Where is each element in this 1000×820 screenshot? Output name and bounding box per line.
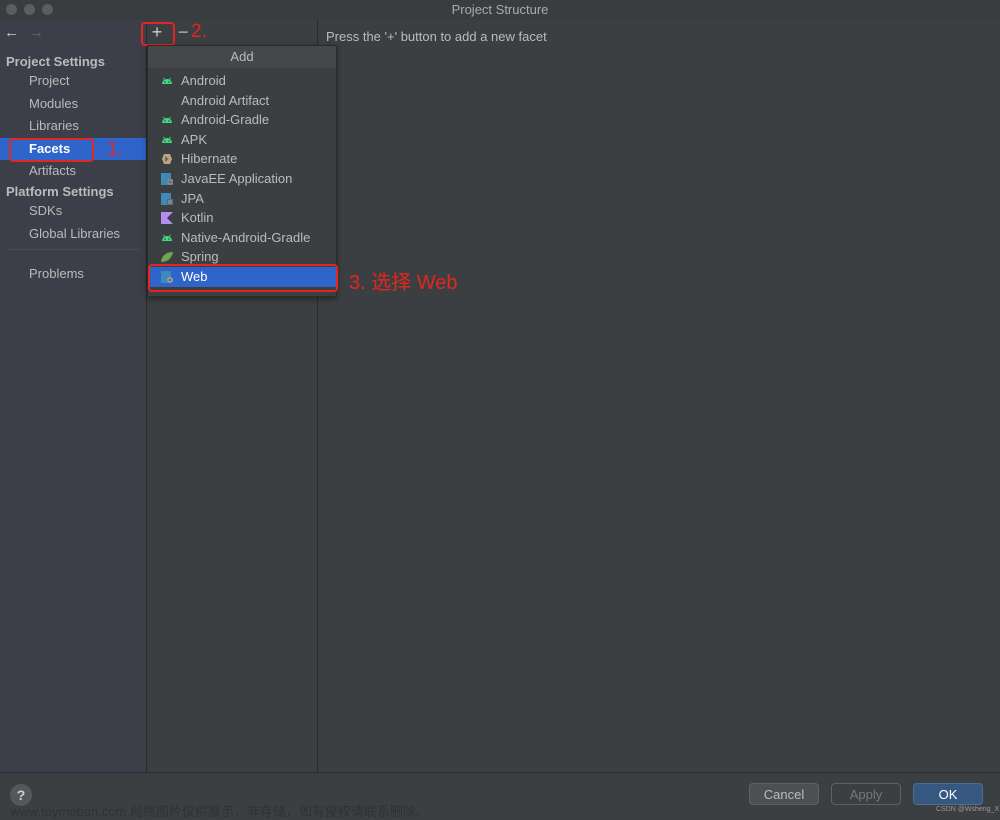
ok-button[interactable]: OK: [913, 783, 983, 805]
annotation-box-add: [141, 22, 175, 46]
popup-item-native-android-gradle[interactable]: Native-Android-Gradle: [148, 228, 336, 248]
android-icon: [162, 116, 172, 124]
section-project-settings: Project Settings: [6, 54, 105, 69]
cancel-button[interactable]: Cancel: [749, 783, 819, 805]
annotation-step3: 3. 选择 Web: [349, 272, 458, 294]
add-facet-popup: Add Android Android Artifact Android-Gra…: [147, 45, 337, 297]
annotation-step1: 1.: [107, 139, 123, 160]
annotation-box-web: [148, 264, 338, 292]
popup-item-label: APK: [181, 131, 208, 147]
facet-hint-text: Press the '+' button to add a new facet: [326, 29, 547, 44]
sidebar-item-artifacts[interactable]: Artifacts: [0, 160, 146, 182]
popup-item-android-artifact[interactable]: Android Artifact: [148, 91, 336, 111]
popup-item-label: Native-Android-Gradle: [181, 229, 311, 245]
popup-item-hibernate[interactable]: Hibernate: [148, 149, 336, 169]
popup-item-javaee-application[interactable]: JavaEE Application: [148, 169, 336, 189]
watermark-text: www.toymoban.com 网络图片仅供展示，非存储，如有侵权请联系删除。: [10, 804, 429, 819]
sidebar-item-libraries[interactable]: Libraries: [0, 115, 146, 137]
popup-item-label: Android: [181, 73, 226, 88]
popup-item-label: JPA: [181, 190, 204, 206]
popup-item-android[interactable]: Android: [148, 71, 336, 91]
back-arrow-icon[interactable]: ←: [4, 24, 19, 41]
popup-item-label: Android Artifact: [181, 92, 270, 108]
popup-item-kotlin[interactable]: Kotlin: [148, 208, 336, 228]
android-icon: [162, 77, 172, 84]
annotation-box-facets: [9, 138, 94, 162]
popup-item-label: Android-Gradle: [181, 112, 270, 128]
javaee-icon: [161, 173, 173, 185]
sidebar-item-problems[interactable]: Problems: [0, 263, 146, 285]
sidebar-item-project[interactable]: Project: [0, 70, 146, 92]
popup-item-jpa[interactable]: JPA: [148, 189, 336, 209]
sidebar-item-global-libraries[interactable]: Global Libraries: [0, 223, 146, 245]
apply-button[interactable]: Apply: [831, 783, 901, 805]
credit-text: CSDN @Wsheng_X: [936, 806, 1000, 813]
sidebar-item-modules[interactable]: Modules: [0, 93, 146, 115]
android-icon: [162, 136, 172, 143]
spring-icon: [161, 252, 173, 263]
jpa-icon: [161, 192, 173, 205]
popup-item-apk[interactable]: APK: [148, 130, 336, 150]
remove-button[interactable]: −: [178, 22, 189, 42]
popup-item-label: Kotlin: [181, 210, 214, 226]
popup-header: Add: [148, 46, 336, 68]
forward-arrow-icon[interactable]: →: [29, 24, 44, 41]
android-icon: [162, 234, 172, 241]
popup-item-android-gradle[interactable]: Android-Gradle: [148, 110, 336, 130]
popup-item-label: Hibernate: [181, 151, 238, 167]
kotlin-icon: [161, 212, 173, 225]
annotation-step2: 2.: [191, 21, 207, 42]
section-platform-settings: Platform Settings: [6, 184, 114, 199]
popup-item-label: JavaEE Application: [181, 171, 293, 186]
title-bar: Project Structure: [0, 0, 1000, 20]
hibernate-icon: [162, 154, 172, 165]
sidebar-divider: [6, 249, 140, 250]
popup-item-label: Spring: [181, 249, 219, 265]
window-title: Project Structure: [451, 2, 549, 17]
sidebar-item-sdks[interactable]: SDKs: [0, 200, 146, 222]
